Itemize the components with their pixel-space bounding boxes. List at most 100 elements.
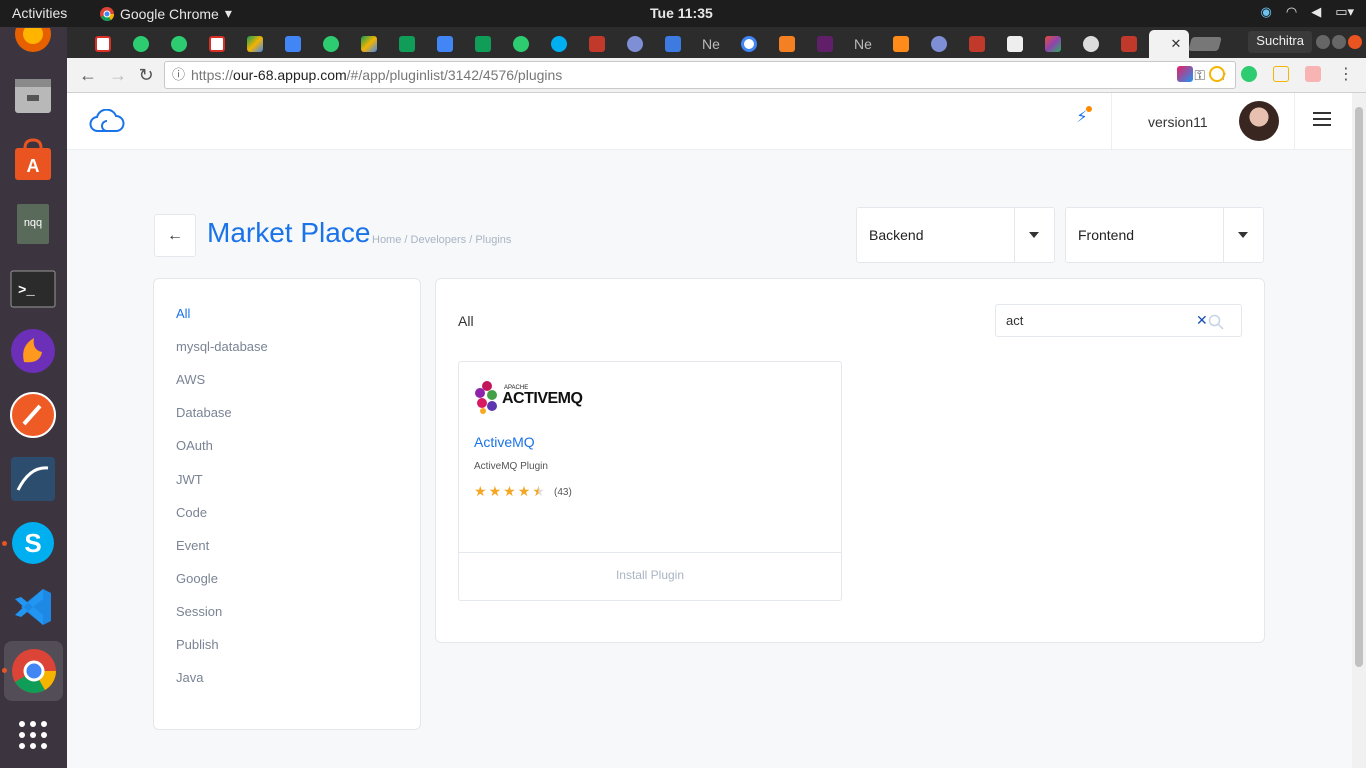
tab-gmail[interactable] [199, 30, 235, 58]
tab-sheets[interactable] [465, 30, 501, 58]
menu-kebab-icon[interactable]: ⋮ [1335, 64, 1357, 86]
extension-icon[interactable] [1241, 66, 1257, 82]
page-scrollbar[interactable] [1352, 93, 1366, 768]
tab-app[interactable] [503, 30, 539, 58]
tab-sheets[interactable] [389, 30, 425, 58]
close-window-button[interactable] [1348, 35, 1362, 49]
tab-drive[interactable] [351, 30, 387, 58]
tab-app[interactable] [1035, 30, 1071, 58]
new-tab-button[interactable] [1187, 30, 1223, 58]
search-icon[interactable] [1208, 314, 1224, 330]
tab-app[interactable] [883, 30, 919, 58]
logo-text: ACTIVEMQ [502, 390, 583, 407]
tab-app[interactable] [123, 30, 159, 58]
app-grid-icon[interactable] [9, 711, 57, 759]
tab-settings[interactable] [1073, 30, 1109, 58]
key-icon[interactable]: ⚿ [1194, 62, 1205, 88]
tab-stackoverflow[interactable] [769, 30, 805, 58]
plugin-card[interactable]: APACHE ACTIVEMQ ActiveMQ ActiveMQ Plugin… [458, 361, 842, 601]
version-selector[interactable]: version11 [1148, 114, 1208, 130]
skype-tray-icon[interactable]: ◉ [1261, 4, 1272, 20]
files-icon[interactable] [9, 71, 57, 119]
tab-file[interactable] [997, 30, 1033, 58]
category-mysql-database[interactable]: mysql-database [176, 339, 268, 354]
chevron-down-icon[interactable] [1238, 232, 1248, 238]
tab-app[interactable] [161, 30, 197, 58]
profile-button[interactable]: Suchitra [1248, 31, 1312, 53]
extension-icon[interactable] [1305, 66, 1321, 82]
terminal-icon[interactable]: >_ [9, 265, 57, 313]
software-center-icon[interactable]: A [9, 136, 57, 184]
reload-icon[interactable]: ↻ [135, 64, 157, 86]
volume-icon[interactable]: ◀ [1311, 4, 1321, 20]
category-database[interactable]: Database [176, 405, 232, 420]
clock[interactable]: Tue 11:35 [650, 5, 713, 21]
category-all[interactable]: All [176, 306, 190, 321]
firefox-icon[interactable] [9, 27, 57, 55]
category-oauth[interactable]: OAuth [176, 438, 213, 453]
tab-amo[interactable] [579, 30, 615, 58]
activities-button[interactable]: Activities [12, 5, 67, 21]
skype-icon[interactable]: S [9, 519, 57, 567]
tab-slack[interactable] [807, 30, 843, 58]
system-tray[interactable]: ◉ ◠ ◀ ▭▾ [1261, 4, 1355, 20]
category-code[interactable]: Code [176, 505, 207, 520]
tab-ne[interactable]: Ne [693, 30, 729, 58]
tab-app[interactable] [655, 30, 691, 58]
category-aws[interactable]: AWS [176, 372, 205, 387]
install-plugin-button[interactable]: Install Plugin [459, 568, 841, 582]
back-button[interactable]: ← [154, 214, 196, 257]
minimize-button[interactable] [1316, 35, 1330, 49]
star-icon: ★ [488, 483, 502, 499]
tab-amo[interactable] [1111, 30, 1147, 58]
nqq-icon[interactable]: nqq [9, 200, 57, 248]
hamburger-menu-icon[interactable] [1313, 112, 1331, 126]
close-icon[interactable]: ✕ [1171, 36, 1182, 52]
chevron-down-icon[interactable] [1029, 232, 1039, 238]
json-extension-icon[interactable] [1273, 66, 1289, 82]
category-google[interactable]: Google [176, 571, 218, 586]
avatar[interactable] [1239, 101, 1279, 141]
forward-arrow-icon[interactable]: → [107, 64, 129, 86]
tab-app[interactable] [313, 30, 349, 58]
tab-gmail[interactable] [85, 30, 121, 58]
extension-icon[interactable] [1177, 66, 1193, 82]
category-publish[interactable]: Publish [176, 637, 219, 652]
notification-dot [1086, 106, 1092, 112]
category-java[interactable]: Java [176, 670, 203, 685]
tab-google[interactable] [731, 30, 767, 58]
breadcrumb[interactable]: Home / Developers / Plugins [372, 234, 511, 246]
postman-icon[interactable] [9, 391, 57, 439]
address-bar[interactable]: ⓘ https://our-68.appup.com/#/app/pluginl… [164, 61, 1236, 89]
tab-docs[interactable] [275, 30, 311, 58]
backend-dropdown[interactable]: Backend [856, 207, 1055, 263]
clear-icon[interactable]: ✕ [1196, 312, 1208, 329]
category-event[interactable]: Event [176, 538, 209, 553]
firefox-dev-icon[interactable] [9, 327, 57, 375]
tab-app[interactable] [921, 30, 957, 58]
tab-docs[interactable] [427, 30, 463, 58]
mysql-workbench-icon[interactable] [9, 455, 57, 503]
plugin-name[interactable]: ActiveMQ [474, 434, 535, 450]
battery-icon[interactable]: ▭▾ [1335, 4, 1354, 20]
back-arrow-icon[interactable]: ← [77, 64, 99, 86]
app-menu[interactable]: Google Chrome ▾ [100, 5, 232, 22]
category-jwt[interactable]: JWT [176, 472, 203, 487]
frontend-dropdown[interactable]: Frontend [1065, 207, 1264, 263]
search-input[interactable]: act ✕ [995, 304, 1242, 337]
tab-amo[interactable] [959, 30, 995, 58]
category-session[interactable]: Session [176, 604, 222, 619]
tab-drive[interactable] [237, 30, 273, 58]
vscode-icon[interactable] [9, 583, 57, 631]
scrollbar-thumb[interactable] [1355, 107, 1363, 667]
info-icon[interactable]: ⓘ [172, 62, 185, 88]
tab-ne[interactable]: Ne [845, 30, 881, 58]
cloud-logo-icon[interactable] [89, 109, 125, 133]
extension-icon[interactable] [1209, 66, 1225, 82]
chrome-dock-icon[interactable] [4, 641, 63, 701]
tab-active[interactable]: ✕ [1149, 30, 1189, 58]
tab-app[interactable] [617, 30, 653, 58]
tab-skype[interactable] [541, 30, 577, 58]
maximize-button[interactable] [1332, 35, 1346, 49]
wifi-icon[interactable]: ◠ [1286, 4, 1297, 20]
